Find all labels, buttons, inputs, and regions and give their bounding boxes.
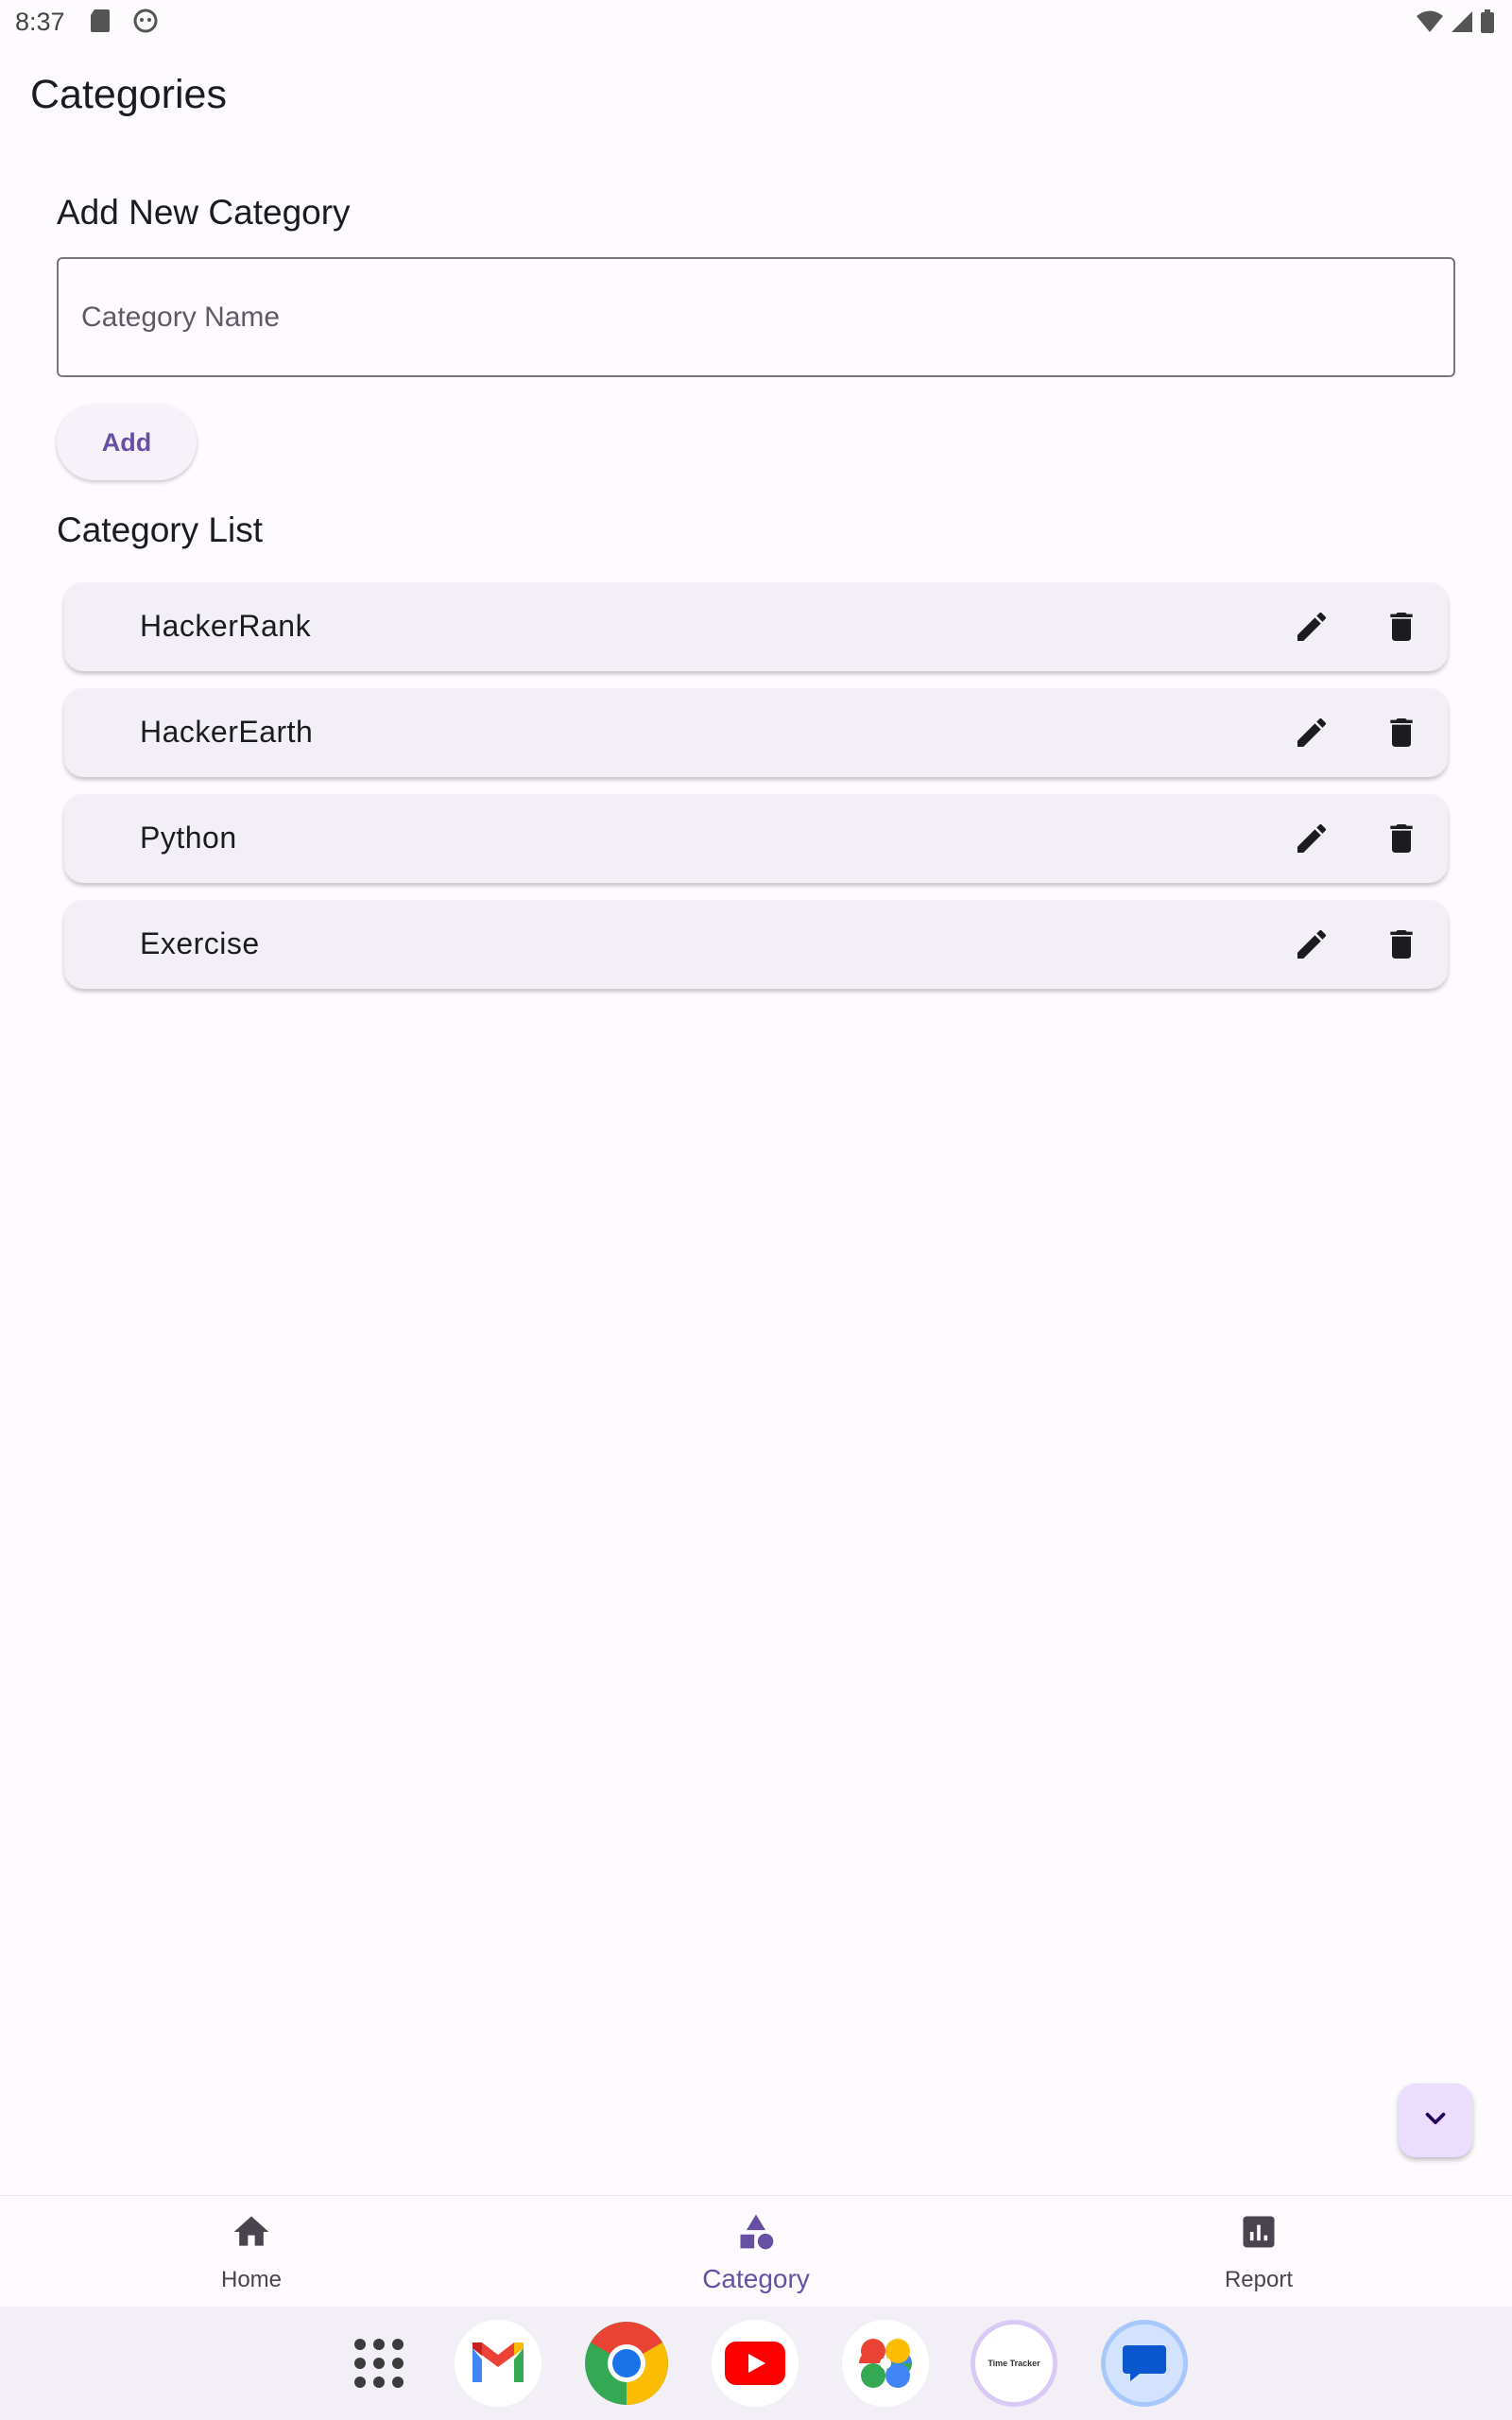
category-item-name: HackerEarth xyxy=(140,715,314,749)
nav-item-home[interactable]: Home xyxy=(110,2196,393,2308)
youtube-icon[interactable] xyxy=(712,2320,799,2407)
edit-icon[interactable] xyxy=(1289,604,1334,649)
add-category-heading: Add New Category xyxy=(57,193,351,232)
nav-label: Report xyxy=(1224,2267,1294,2292)
status-bar: 8:37 xyxy=(0,0,1512,47)
category-list: HackerRank HackerEarth Python Exercise xyxy=(64,582,1448,1006)
battery-icon xyxy=(1480,9,1495,39)
category-item[interactable]: HackerRank xyxy=(64,582,1448,671)
chevron-down-icon xyxy=(1419,2102,1452,2139)
category-name-input[interactable] xyxy=(59,259,1453,375)
nav-label: Category xyxy=(702,2264,810,2293)
category-name-field[interactable] xyxy=(57,257,1455,377)
delete-icon[interactable] xyxy=(1379,922,1424,967)
status-icons xyxy=(1416,9,1495,39)
gmail-icon[interactable] xyxy=(455,2320,541,2407)
category-item-name: HackerRank xyxy=(140,609,312,643)
delete-icon[interactable] xyxy=(1379,816,1424,861)
chrome-icon[interactable] xyxy=(583,2320,670,2407)
app-screen: 8:37 Categories Add New Category Add Cat… xyxy=(0,0,1512,2420)
edit-icon[interactable] xyxy=(1289,710,1334,755)
time-tracker-icon[interactable]: Time Tracker xyxy=(971,2320,1057,2407)
edit-icon[interactable] xyxy=(1289,816,1334,861)
category-icon xyxy=(735,2211,777,2257)
wifi-icon xyxy=(1416,9,1444,39)
taskbar-dock: Time Tracker xyxy=(0,2307,1512,2420)
category-item-name: Python xyxy=(140,821,237,855)
delete-icon[interactable] xyxy=(1379,710,1424,755)
nav-item-report[interactable]: Report xyxy=(1117,2196,1400,2308)
scroll-down-button[interactable] xyxy=(1399,2083,1472,2157)
category-item[interactable]: Exercise xyxy=(64,900,1448,989)
page-title: Categories xyxy=(30,72,227,117)
home-icon xyxy=(231,2211,272,2257)
nav-label: Home xyxy=(220,2267,283,2292)
bottom-navigation: Home Category Report xyxy=(0,2195,1512,2307)
sd-card-icon xyxy=(89,8,112,39)
nav-item-category[interactable]: Category xyxy=(614,2196,898,2308)
photos-icon[interactable] xyxy=(842,2320,929,2407)
app-drawer-icon[interactable] xyxy=(335,2320,422,2407)
add-button[interactable]: Add xyxy=(57,405,197,480)
status-time: 8:37 xyxy=(15,8,65,36)
signal-icon xyxy=(1450,9,1474,39)
edit-icon[interactable] xyxy=(1289,922,1334,967)
messages-icon[interactable] xyxy=(1101,2320,1188,2407)
time-tracker-label: Time Tracker xyxy=(988,2359,1040,2368)
assistant-icon xyxy=(132,8,159,39)
delete-icon[interactable] xyxy=(1379,604,1424,649)
category-item[interactable]: HackerEarth xyxy=(64,688,1448,777)
category-item[interactable]: Python xyxy=(64,794,1448,883)
category-list-heading: Category List xyxy=(57,510,263,549)
category-item-name: Exercise xyxy=(140,926,260,960)
report-icon xyxy=(1238,2211,1280,2257)
